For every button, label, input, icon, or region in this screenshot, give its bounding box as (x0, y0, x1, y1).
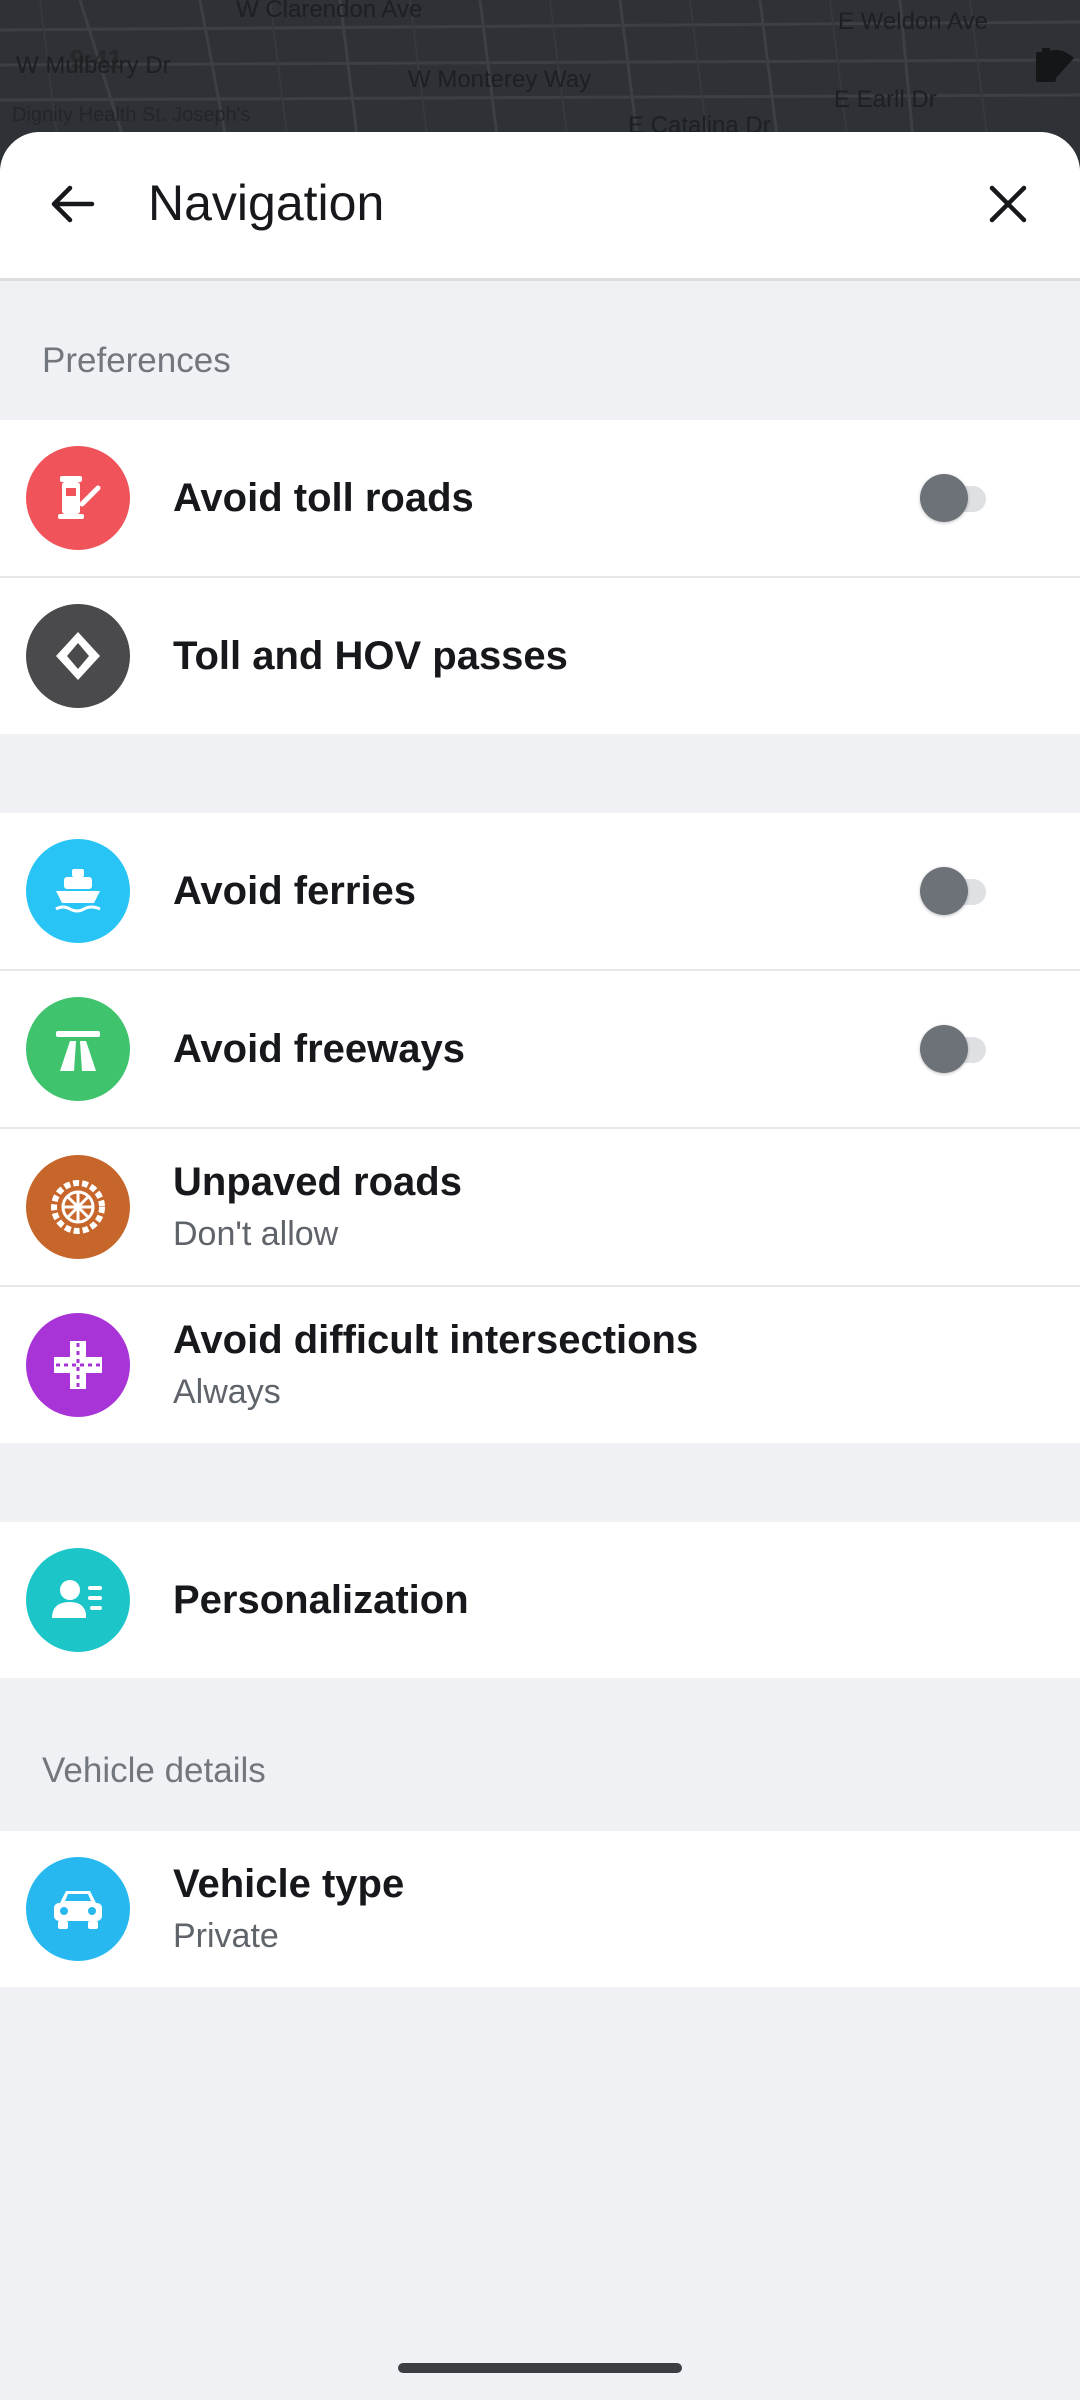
street-label: E Weldon Ave (838, 8, 988, 35)
personalization-group: Personalization (0, 1522, 1080, 1678)
row-avoid-difficult-intersections[interactable]: Avoid difficult intersections Always (0, 1287, 1080, 1443)
settings-sheet: Navigation Preferences Avoid toll roads … (0, 132, 1080, 2400)
row-label: Avoid ferries (173, 868, 417, 913)
row-vehicle-type[interactable]: Vehicle type Private (0, 1831, 1080, 1987)
top-bar: Navigation (0, 132, 1080, 281)
row-label: Toll and HOV passes (173, 633, 568, 678)
row-avoid-toll-roads[interactable]: Avoid toll roads (0, 420, 1080, 578)
avoid-toll-roads-toggle[interactable] (920, 474, 986, 522)
avoid-ferries-toggle[interactable] (920, 867, 986, 915)
row-personalization[interactable]: Personalization (0, 1522, 1080, 1678)
wheel-icon (26, 1155, 130, 1259)
battery-icon (1036, 48, 1056, 82)
toggle-thumb (920, 474, 968, 522)
person-list-icon (26, 1548, 130, 1652)
back-button[interactable] (36, 168, 108, 240)
row-value: Don't allow (173, 1215, 339, 1253)
freeway-icon (26, 997, 130, 1101)
row-unpaved-roads[interactable]: Unpaved roads Don't allow (0, 1129, 1080, 1287)
close-button[interactable] (972, 168, 1044, 240)
preferences-group-roads: Avoid ferries Avoid freeways Unpaved roa… (0, 813, 1080, 1443)
row-texts: Unpaved roads Don't allow (173, 1129, 462, 1285)
row-avoid-freeways[interactable]: Avoid freeways (0, 971, 1080, 1129)
row-texts: Avoid ferries (173, 813, 416, 969)
row-texts: Avoid freeways (173, 971, 465, 1127)
street-label: Dignity Health St. Joseph's (12, 104, 251, 126)
ferry-icon (26, 839, 130, 943)
toll-booth-icon (26, 446, 130, 550)
vehicle-header: Vehicle details (0, 1678, 1080, 1831)
row-texts: Toll and HOV passes (173, 578, 568, 734)
row-texts: Avoid toll roads (173, 420, 474, 576)
page-title: Navigation (148, 175, 385, 231)
row-label: Unpaved roads (173, 1160, 462, 1204)
preferences-group-tolls: Avoid toll roads Toll and HOV passes (0, 420, 1080, 734)
gesture-nav-handle[interactable] (398, 2363, 682, 2373)
row-texts: Personalization (173, 1522, 469, 1678)
vehicle-group: Vehicle type Private (0, 1831, 1080, 1987)
row-texts: Vehicle type Private (173, 1831, 404, 1987)
status-time: 9:41 (70, 44, 123, 74)
car-icon (26, 1857, 130, 1961)
street-label: E Earll Dr (834, 86, 937, 113)
row-label: Vehicle type (173, 1862, 405, 1906)
row-value: Always (173, 1373, 281, 1411)
diamond-pass-icon (26, 604, 130, 708)
section-label-vehicle: Vehicle details (42, 1751, 266, 1790)
arrow-back-icon (51, 185, 95, 223)
preferences-header: Preferences (0, 281, 1080, 420)
section-label-preferences: Preferences (42, 341, 231, 380)
intersection-icon (26, 1313, 130, 1417)
row-label: Avoid freeways (173, 1026, 465, 1071)
row-value: Private (173, 1917, 279, 1955)
row-texts: Avoid difficult intersections Always (173, 1287, 698, 1443)
toggle-thumb (920, 867, 968, 915)
row-toll-hov-passes[interactable]: Toll and HOV passes (0, 578, 1080, 734)
close-icon (989, 185, 1027, 223)
street-label: W Clarendon Ave (236, 0, 423, 23)
row-label: Avoid toll roads (173, 475, 474, 520)
row-avoid-ferries[interactable]: Avoid ferries (0, 813, 1080, 971)
street-label: W Monterey Way (408, 66, 592, 93)
row-label: Personalization (173, 1577, 469, 1622)
avoid-freeways-toggle[interactable] (920, 1025, 986, 1073)
toggle-thumb (920, 1025, 968, 1073)
row-label: Avoid difficult intersections (173, 1318, 699, 1362)
